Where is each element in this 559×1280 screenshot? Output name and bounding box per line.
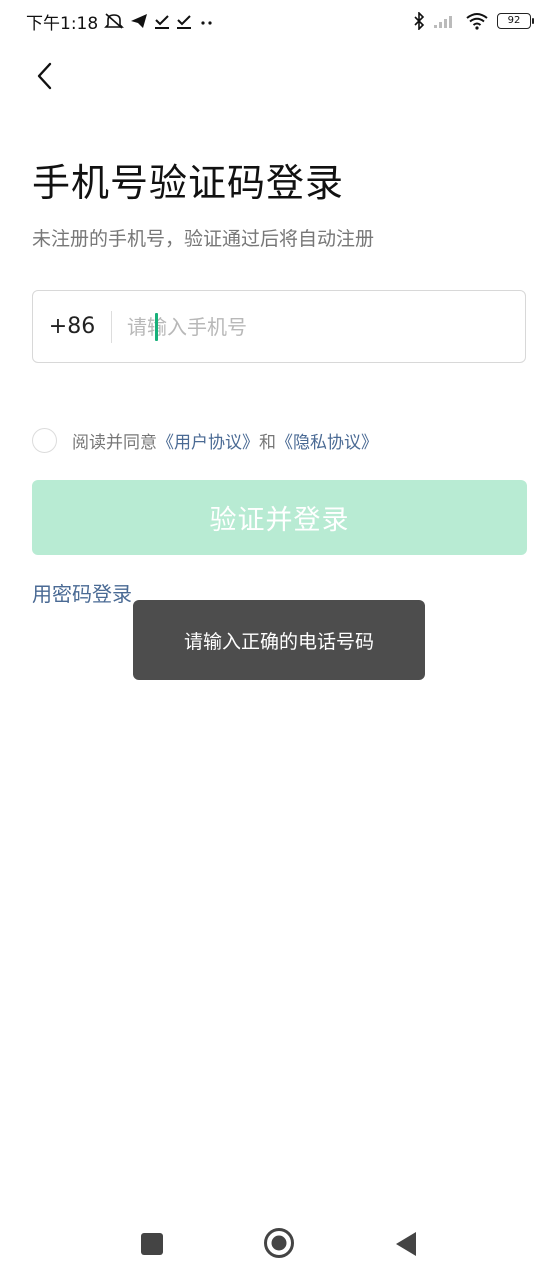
user-agreement-link[interactable]: 《用户协议》 xyxy=(157,428,259,453)
agree-prefix: 阅读并同意 xyxy=(72,432,157,453)
back-button[interactable] xyxy=(28,58,60,94)
toast-message: 请输入正确的电话号码 xyxy=(133,600,425,680)
login-page: 下午1:18 92 手机号验证码登录 未注册的手机号，验证通过后将自动注册 +8… xyxy=(0,0,559,1280)
agree-and: 和 xyxy=(259,432,276,453)
phone-input[interactable] xyxy=(125,305,525,348)
download-done-icon xyxy=(177,15,192,29)
agree-checkbox[interactable] xyxy=(32,427,57,453)
status-bar: 下午1:18 92 xyxy=(0,0,559,42)
wifi-icon xyxy=(466,13,488,30)
verify-login-button[interactable]: 验证并登录 xyxy=(32,480,527,555)
status-left: 下午1:18 xyxy=(26,10,216,34)
divider xyxy=(111,310,112,343)
page-title: 手机号验证码登录 xyxy=(32,161,345,205)
telegram-icon xyxy=(131,14,148,28)
toast-text: 请输入正确的电话号码 xyxy=(183,630,374,653)
download-done-icon xyxy=(155,15,170,29)
home-circle-icon[interactable] xyxy=(263,1227,295,1259)
password-login-link[interactable]: 用密码登录 xyxy=(32,578,132,607)
agreement-row: 阅读并同意 《用户协议》 和 《隐私协议》 xyxy=(32,425,378,455)
privacy-agreement-link[interactable]: 《隐私协议》 xyxy=(276,428,378,453)
phone-field: +86 xyxy=(32,290,526,363)
mute-icon xyxy=(104,13,125,29)
status-right: 92 xyxy=(413,10,534,32)
navigation-bar xyxy=(0,1210,559,1280)
signal-icon xyxy=(434,16,452,28)
chevron-left-icon xyxy=(37,62,52,90)
bluetooth-icon xyxy=(414,12,425,30)
battery-icon: 92 xyxy=(497,13,534,29)
status-time: 下午1:18 xyxy=(26,13,99,34)
more-dots-icon xyxy=(201,21,212,25)
back-triangle-icon[interactable] xyxy=(394,1230,418,1258)
text-cursor xyxy=(155,313,158,341)
page-subtitle: 未注册的手机号，验证通过后将自动注册 xyxy=(32,228,375,250)
country-code[interactable]: +86 xyxy=(33,314,111,339)
recents-square-icon[interactable] xyxy=(140,1232,164,1256)
